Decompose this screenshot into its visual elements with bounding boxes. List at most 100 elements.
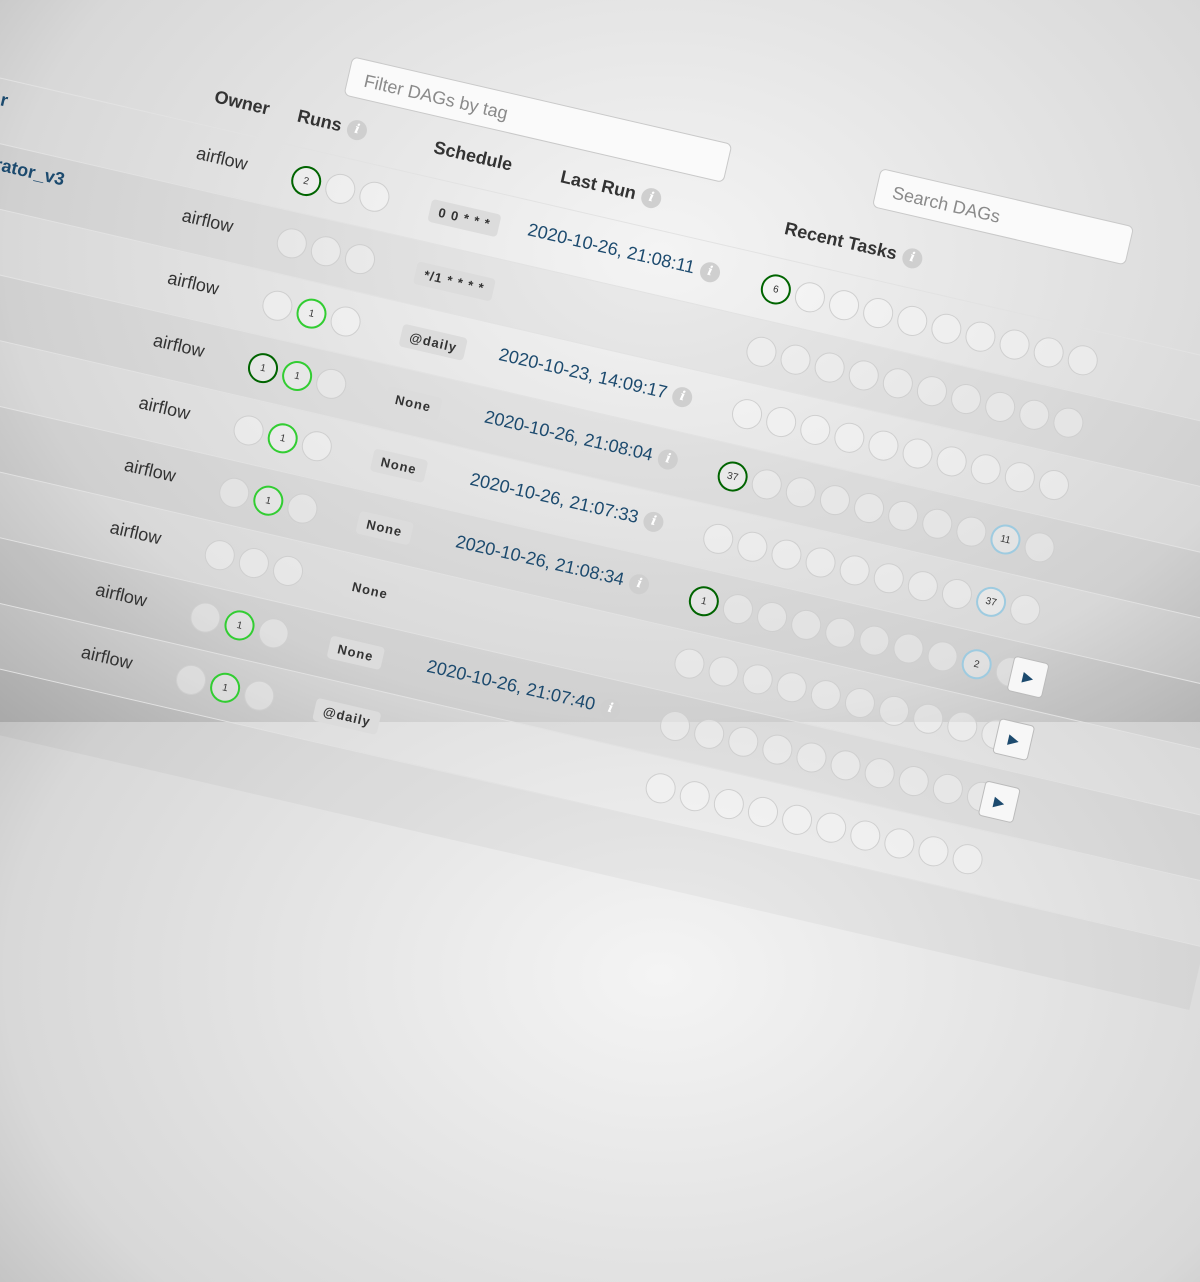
task-state-circle[interactable] (773, 669, 810, 706)
task-state-circle[interactable] (944, 708, 981, 745)
last-run-header[interactable]: Last Run i (558, 166, 664, 211)
task-state-circle[interactable] (865, 427, 902, 464)
task-state-circle[interactable] (739, 661, 776, 698)
task-state-circle[interactable] (826, 287, 863, 324)
task-state-circle[interactable] (1030, 334, 1067, 371)
task-state-circle[interactable] (881, 825, 918, 862)
task-state-circle[interactable] (676, 778, 713, 815)
schedule-badge[interactable]: None (369, 448, 428, 483)
run-state-circle[interactable] (230, 412, 267, 449)
run-state-circle[interactable]: 2 (288, 163, 325, 200)
last-run-row-info-icon[interactable]: i (627, 572, 652, 597)
task-state-circle[interactable] (962, 318, 999, 355)
task-state-circle[interactable] (949, 841, 986, 878)
run-state-circle[interactable]: 1 (221, 607, 258, 644)
task-state-circle[interactable] (904, 568, 941, 605)
task-state-circle[interactable] (700, 520, 737, 557)
task-state-circle[interactable] (967, 451, 1004, 488)
run-state-circle[interactable] (307, 233, 344, 270)
task-state-circle[interactable] (847, 817, 884, 854)
task-state-circle[interactable] (938, 576, 975, 613)
task-state-circle[interactable] (802, 544, 839, 581)
task-state-circle[interactable] (1007, 591, 1044, 628)
task-state-circle[interactable] (890, 630, 927, 667)
run-state-circle[interactable] (356, 178, 393, 215)
task-state-circle[interactable] (996, 326, 1033, 363)
task-state-circle[interactable] (982, 388, 1019, 425)
task-state-circle[interactable] (725, 723, 762, 760)
task-state-circle[interactable] (861, 755, 898, 792)
schedule-badge[interactable]: */1 * * * * (412, 261, 496, 302)
task-state-circle[interactable] (759, 731, 796, 768)
task-state-circle[interactable]: 37 (973, 583, 1010, 620)
task-state-circle[interactable] (768, 536, 805, 573)
trigger-dag-button[interactable]: ▶ (1006, 655, 1050, 699)
task-state-circle[interactable] (831, 419, 868, 456)
task-state-circle[interactable] (845, 357, 882, 394)
task-state-circle[interactable] (734, 528, 771, 565)
run-state-circle[interactable] (216, 474, 253, 511)
run-state-circle[interactable] (313, 365, 350, 402)
run-state-circle[interactable] (173, 661, 210, 698)
run-state-circle[interactable]: 1 (279, 357, 316, 394)
task-state-circle[interactable] (763, 404, 800, 441)
task-state-circle[interactable] (719, 591, 756, 628)
task-state-circle[interactable] (836, 552, 873, 589)
task-state-circle[interactable] (777, 341, 814, 378)
task-state-circle[interactable] (827, 747, 864, 784)
task-state-circle[interactable] (928, 310, 965, 347)
task-state-circle[interactable] (816, 482, 853, 519)
task-state-circle[interactable] (933, 443, 970, 480)
task-state-circle[interactable] (793, 739, 830, 776)
run-state-circle[interactable]: 1 (245, 350, 281, 387)
run-state-circle[interactable] (187, 599, 224, 636)
task-state-circle[interactable] (860, 295, 897, 332)
task-state-circle[interactable] (743, 333, 780, 370)
trigger-dag-button[interactable]: ▶ (977, 780, 1021, 824)
run-state-circle[interactable] (241, 677, 278, 714)
task-state-circle[interactable] (729, 396, 766, 433)
task-state-circle[interactable] (1021, 529, 1058, 566)
task-state-circle[interactable]: 6 (757, 271, 794, 308)
schedule-badge[interactable]: None (384, 385, 443, 421)
owner-header[interactable]: Owner (212, 87, 272, 120)
task-state-circle[interactable] (879, 365, 916, 402)
schedule-badge[interactable]: None (355, 510, 414, 546)
task-state-circle[interactable] (870, 560, 907, 597)
tag-filter-input[interactable]: Filter DAGs by tag (343, 56, 733, 183)
task-state-circle[interactable] (1016, 396, 1053, 433)
run-state-circle[interactable]: 1 (264, 420, 301, 457)
task-state-circle[interactable] (788, 606, 825, 643)
run-state-circle[interactable] (322, 170, 359, 207)
task-state-circle[interactable] (642, 770, 679, 807)
task-state-circle[interactable] (779, 801, 816, 838)
task-state-circle[interactable]: 37 (714, 458, 751, 495)
task-state-circle[interactable] (929, 770, 966, 807)
task-state-circle[interactable] (754, 599, 791, 635)
run-state-circle[interactable] (284, 490, 321, 527)
task-state-circle[interactable]: 11 (987, 521, 1024, 558)
task-state-circle[interactable] (915, 833, 952, 870)
runs-info-icon[interactable]: i (344, 118, 369, 143)
task-state-circle[interactable] (797, 411, 834, 448)
schedule-badge[interactable]: @daily (312, 697, 382, 736)
task-state-circle[interactable]: 1 (685, 583, 722, 620)
task-state-circle[interactable] (807, 677, 844, 714)
schedule-badge[interactable]: 0 0 * * * (427, 198, 502, 238)
task-state-circle[interactable] (913, 373, 950, 410)
task-state-circle[interactable] (1064, 342, 1101, 379)
schedule-header[interactable]: Schedule (432, 137, 514, 175)
run-state-circle[interactable] (255, 615, 292, 652)
task-state-circle[interactable] (1001, 459, 1038, 496)
recent-tasks-info-icon[interactable]: i (900, 246, 925, 271)
task-state-circle[interactable] (851, 490, 888, 527)
run-state-circle[interactable] (259, 287, 296, 324)
task-state-circle[interactable] (894, 302, 931, 339)
task-state-circle[interactable] (813, 809, 850, 846)
run-state-circle[interactable] (201, 537, 238, 574)
task-state-circle[interactable] (1050, 404, 1087, 441)
task-state-circle[interactable] (782, 474, 819, 511)
task-state-circle[interactable] (1035, 467, 1072, 504)
run-state-circle[interactable]: 1 (207, 669, 244, 706)
task-state-circle[interactable] (948, 381, 985, 418)
